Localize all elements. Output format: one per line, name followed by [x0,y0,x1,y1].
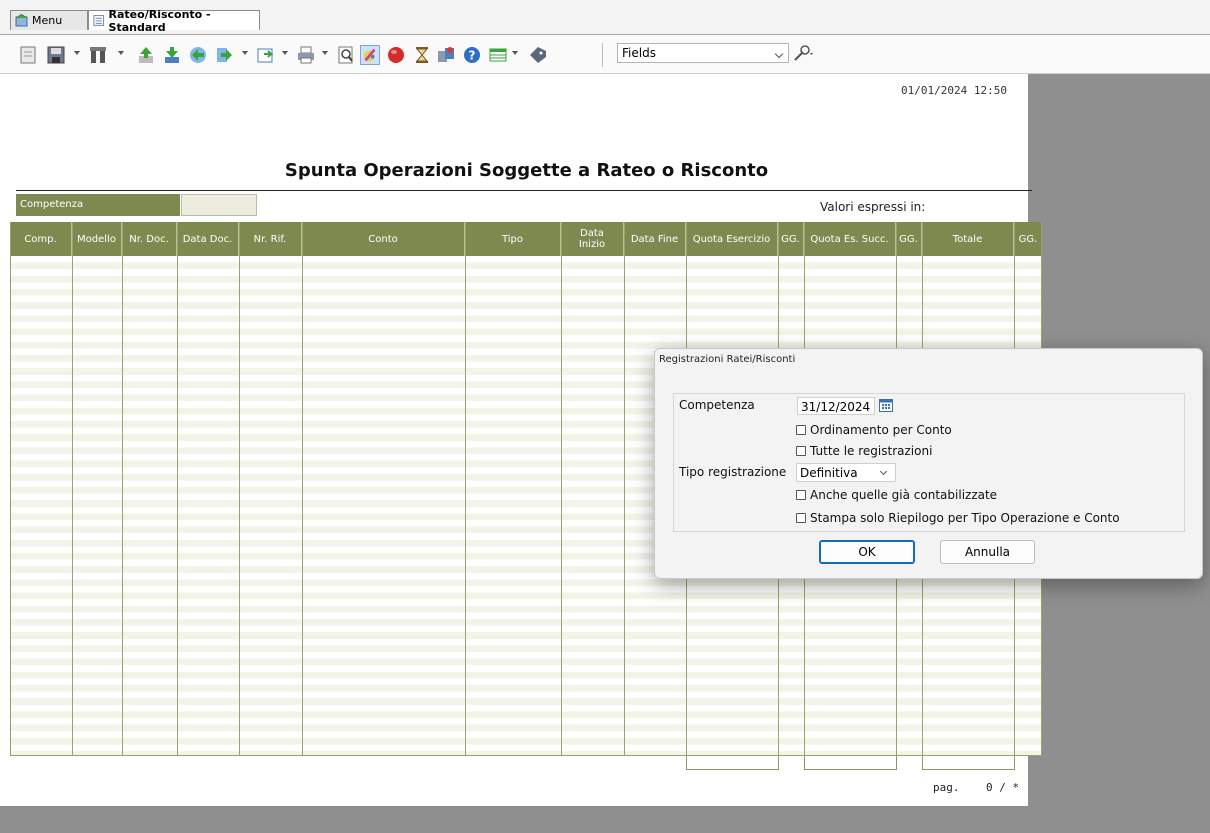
competenza-label: Competenza [16,194,180,216]
total-box-quota-es-succ [804,756,897,770]
sync-icon[interactable] [436,45,456,65]
col-gg-3: GG. [1018,233,1038,245]
anche-contabilizzate-label: Anche quelle già contabilizzate [810,488,998,502]
checkbox-box[interactable] [796,490,806,500]
forward-dropdown-icon[interactable] [242,51,248,55]
tipo-registrazione-value: Definitiva [800,466,858,480]
registrazioni-dialog: Registrazioni Ratei/Risconti Competenza … [654,348,1203,579]
tutte-registrazioni-label: Tutte le registrazioni [810,444,933,458]
save-icon[interactable] [46,45,66,65]
grid-line [624,222,625,756]
print-dropdown-icon[interactable] [322,51,328,55]
fields-select[interactable]: Fields [617,43,789,63]
grid-line [465,222,466,756]
page-label: pag. [933,781,960,794]
toolbar: ? [0,35,1210,74]
save-dropdown-icon[interactable] [74,51,80,55]
calendar-icon[interactable] [879,398,893,412]
svg-text:?: ? [469,49,476,63]
dialog-competenza-label: Competenza [679,398,755,412]
total-box-totale [922,756,1015,770]
new-doc-icon[interactable] [18,45,38,65]
annulla-button[interactable]: Annulla [940,540,1035,564]
tutte-registrazioni-checkbox[interactable]: Tutte le registrazioni [796,444,932,458]
export-icon[interactable] [256,45,276,65]
paint-icon[interactable] [360,45,380,65]
report-icon [93,15,105,26]
print-icon[interactable] [296,45,316,65]
stampa-riepilogo-checkbox[interactable]: Stampa solo Riepilogo per Tipo Operazion… [796,511,1120,525]
col-data-fine: Data Fine [624,222,686,256]
col-nr-rif: Nr. Rif. [239,222,302,256]
stop-icon[interactable] [386,45,406,65]
grid-line [10,222,11,756]
title-divider [16,190,1032,191]
ordinamento-checkbox[interactable]: Ordinamento per Conto [796,423,952,437]
competenza-value-box [181,194,257,216]
tools-icon[interactable] [88,45,108,65]
hourglass-icon[interactable] [412,45,432,65]
col-data-inizio: Data Inizio [561,222,624,256]
menu-home-icon [15,14,28,27]
forward-arrow-icon[interactable] [214,45,234,65]
stampa-riepilogo-label: Stampa solo Riepilogo per Tipo Operazion… [810,511,1120,525]
up-arrow-icon[interactable] [136,45,156,65]
col-gg-2: GG. [896,222,922,256]
report-timestamp: 01/01/2024 12:50 [901,84,1007,97]
grid-header: Comp. Modello Nr. Doc. Data Doc. Nr. Rif… [10,222,1042,256]
page-indicator: pag. 0 / * [933,781,1019,794]
anche-contabilizzate-checkbox[interactable]: Anche quelle già contabilizzate [796,488,997,502]
grid-line [302,222,303,756]
back-arrow-icon[interactable] [188,45,208,65]
toolbar-separator [602,43,603,67]
tab-menu[interactable]: Menu [10,10,88,30]
dialog-title: Registrazioni Ratei/Risconti [659,354,796,365]
tipo-registrazione-select[interactable]: Definitiva [796,463,896,482]
tipo-registrazione-label: Tipo registrazione [679,465,787,479]
chevron-down-icon [774,49,784,59]
tab-bar: Menu Rateo/Risconto - Standard [0,0,1210,35]
fields-select-value: Fields [622,46,656,60]
col-totale: Totale [922,222,1014,256]
export-dropdown-icon[interactable] [282,51,288,55]
wrench-icon[interactable] [792,44,816,62]
checkbox-box[interactable] [796,513,806,523]
col-quota-esercizio: Quota Esercizio [686,222,778,256]
report-title: Spunta Operazioni Soggette a Rateo o Ris… [284,160,769,181]
col-data-doc: Data Doc. [177,222,239,256]
tag-icon[interactable] [528,45,548,65]
col-modello: Modello [72,222,122,256]
total-box-quota-esercizio [686,756,779,770]
col-quota-es-succ: Quota Es. Succ. [804,222,896,256]
grid-line [239,222,240,756]
col-nr-doc: Nr. Doc. [122,222,177,256]
grid-icon[interactable] [488,45,508,65]
col-comp: Comp. [10,222,72,256]
grid-line [72,222,73,756]
checkbox-box[interactable] [796,446,806,456]
grid-dropdown-icon[interactable] [512,51,518,55]
col-conto: Conto [302,222,465,256]
ordinamento-label: Ordinamento per Conto [810,423,952,437]
tab-menu-label: Menu [32,14,63,27]
grid-line [122,222,123,756]
down-arrow-icon[interactable] [162,45,182,65]
preview-icon[interactable] [336,45,356,65]
col-tipo: Tipo [465,222,561,256]
tab-rateo-risconto[interactable]: Rateo/Risconto - Standard [88,8,260,34]
competenza-date-input[interactable]: 31/12/2024 [797,397,875,415]
ok-button[interactable]: OK [819,540,915,564]
page-value: 0 / * [986,781,1020,794]
tab-rateo-risconto-label: Rateo/Risconto - Standard [108,7,211,34]
valori-espressi-label: Valori espressi in: [820,200,926,214]
col-gg-1: GG. [778,222,804,256]
grid-line [561,222,562,756]
checkbox-box[interactable] [796,425,806,435]
help-icon[interactable]: ? [462,45,482,65]
chevron-down-icon [879,467,888,476]
grid-line [177,222,178,756]
tools-dropdown-icon[interactable] [118,51,124,55]
